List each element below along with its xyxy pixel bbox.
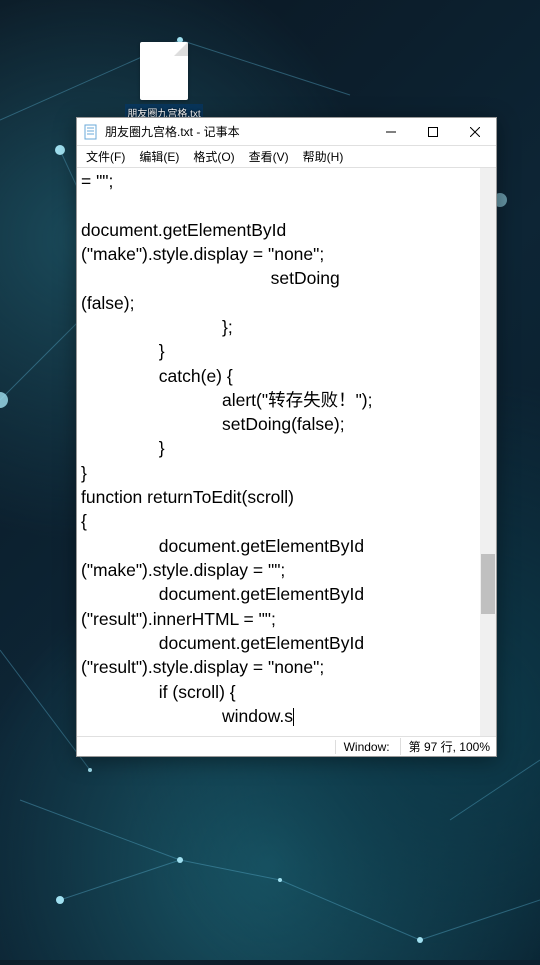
- maximize-icon: [428, 127, 438, 137]
- text-cursor: [293, 708, 294, 726]
- close-button[interactable]: [454, 118, 496, 145]
- menubar: 文件(F) 编辑(E) 格式(O) 查看(V) 帮助(H): [77, 146, 496, 168]
- menu-format[interactable]: 格式(O): [186, 146, 241, 167]
- close-icon: [470, 127, 480, 137]
- scroll-thumb[interactable]: [481, 554, 495, 614]
- minimize-icon: [386, 127, 396, 137]
- text-editor[interactable]: = ""; document.getElementById ("make").s…: [77, 168, 480, 736]
- text-file-icon: [140, 42, 188, 100]
- desktop-file-icon[interactable]: 朋友圈九宫格.txt: [127, 42, 201, 121]
- notepad-icon: [83, 124, 99, 140]
- titlebar[interactable]: 朋友圈九宫格.txt - 记事本: [77, 118, 496, 146]
- menu-help[interactable]: 帮助(H): [296, 146, 351, 167]
- menu-edit[interactable]: 编辑(E): [132, 146, 186, 167]
- window-controls: [370, 118, 496, 145]
- menu-file[interactable]: 文件(F): [79, 146, 132, 167]
- menu-view[interactable]: 查看(V): [242, 146, 296, 167]
- window-title: 朋友圈九宫格.txt - 记事本: [105, 123, 370, 140]
- vertical-scrollbar[interactable]: [480, 168, 496, 736]
- maximize-button[interactable]: [412, 118, 454, 145]
- notepad-window: 朋友圈九宫格.txt - 记事本 文件(F) 编辑(E) 格式(O) 查看(V)…: [76, 117, 497, 757]
- status-position: 第 97 行, 100%: [400, 738, 490, 755]
- status-encoding: Window:: [335, 740, 390, 754]
- minimize-button[interactable]: [370, 118, 412, 145]
- statusbar: Window: 第 97 行, 100%: [77, 736, 496, 756]
- content-area: = ""; document.getElementById ("make").s…: [77, 168, 496, 736]
